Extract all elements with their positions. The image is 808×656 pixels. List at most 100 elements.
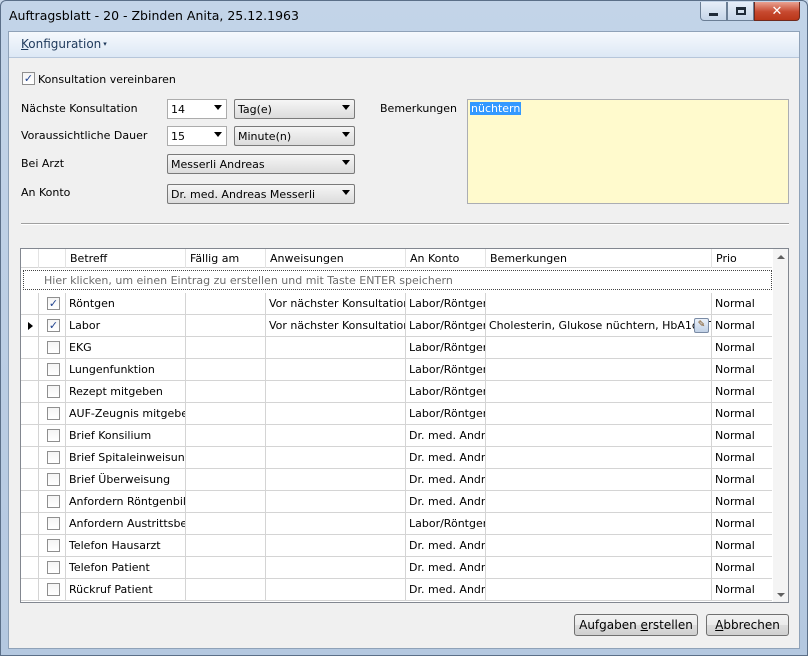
close-button[interactable]: ✕	[754, 2, 800, 21]
cell-bemerkungen[interactable]	[486, 557, 712, 579]
cell-faellig[interactable]	[186, 447, 266, 469]
row-checkbox[interactable]	[47, 583, 60, 596]
cell-faellig[interactable]	[186, 315, 266, 337]
cell-konto[interactable]: Labor/Röntgen/	[406, 381, 486, 403]
cell-konto[interactable]: Dr. med. Andrea	[406, 491, 486, 513]
row-indicator-cell[interactable]	[21, 447, 39, 469]
cell-bemerkungen[interactable]: Cholesterin, Glukose nüchtern, HbA1c, Tr…	[486, 315, 712, 337]
cell-anweisungen[interactable]	[266, 447, 406, 469]
cell-bemerkungen[interactable]	[486, 337, 712, 359]
cell-prio[interactable]: Normal	[712, 293, 772, 315]
header-faellig[interactable]: Fällig am	[186, 249, 266, 268]
cell-prio[interactable]: Normal	[712, 359, 772, 381]
row-indicator-cell[interactable]	[21, 469, 39, 491]
cell-bemerkungen[interactable]	[486, 293, 712, 315]
table-row[interactable]: EKG Labor/Röntgen/Normal	[21, 337, 772, 359]
row-indicator-cell[interactable]	[21, 381, 39, 403]
cell-betreff[interactable]: EKG	[66, 337, 186, 359]
cell-prio[interactable]: Normal	[712, 447, 772, 469]
cell-bemerkungen[interactable]	[486, 579, 712, 601]
cell-betreff[interactable]: Labor	[66, 315, 186, 337]
row-checkbox[interactable]	[47, 495, 60, 508]
header-betreff[interactable]: Betreff	[66, 249, 186, 268]
menu-konfiguration[interactable]: Konfiguration ▾	[21, 37, 107, 51]
cell-faellig[interactable]	[186, 491, 266, 513]
cell-faellig[interactable]	[186, 425, 266, 447]
cell-betreff[interactable]: Anfordern Austrittsbericht	[66, 513, 186, 535]
title-bar[interactable]: Auftragsblatt - 20 - Zbinden Anita, 25.1…	[1, 1, 807, 31]
cell-konto[interactable]: Labor/Röntgen/	[406, 513, 486, 535]
vertical-scrollbar[interactable]	[773, 249, 788, 602]
row-indicator-cell[interactable]	[21, 579, 39, 601]
row-indicator-cell[interactable]	[21, 337, 39, 359]
table-row[interactable]: Anfordern Röntgenbilder Dr. med. Andrea No…	[21, 491, 772, 513]
doctor-combo[interactable]: Messerli Andreas	[167, 154, 355, 174]
cell-konto[interactable]: Labor/Röntgen/	[406, 337, 486, 359]
cell-bemerkungen[interactable]	[486, 403, 712, 425]
row-checkbox[interactable]	[47, 539, 60, 552]
row-indicator-cell[interactable]	[21, 315, 39, 337]
cell-faellig[interactable]	[186, 337, 266, 359]
cell-betreff[interactable]: Röntgen	[66, 293, 186, 315]
duration-unit-combo[interactable]: Minute(n)	[234, 126, 355, 146]
row-indicator-cell[interactable]	[21, 359, 39, 381]
cell-faellig[interactable]	[186, 469, 266, 491]
cell-faellig[interactable]	[186, 535, 266, 557]
row-checkbox[interactable]	[47, 385, 60, 398]
next-consult-unit-combo[interactable]: Tag(e)	[234, 99, 355, 119]
row-indicator-cell[interactable]	[21, 403, 39, 425]
cell-prio[interactable]: Normal	[712, 381, 772, 403]
cell-konto[interactable]: Dr. med. Andrea	[406, 579, 486, 601]
row-checkbox[interactable]: ✓	[47, 319, 60, 332]
cell-anweisungen[interactable]	[266, 359, 406, 381]
scroll-down-icon[interactable]	[777, 593, 785, 597]
cell-prio[interactable]: Normal	[712, 557, 772, 579]
next-consult-value-combo[interactable]: 14	[167, 99, 227, 119]
row-checkbox[interactable]	[47, 517, 60, 530]
cell-bemerkungen[interactable]	[486, 535, 712, 557]
cell-faellig[interactable]	[186, 293, 266, 315]
row-checkbox[interactable]	[47, 429, 60, 442]
table-row[interactable]: Brief Spitaleinweisung Dr. med. Andrea Nor…	[21, 447, 772, 469]
cancel-button[interactable]: Abbrechen	[706, 614, 789, 636]
cell-betreff[interactable]: Anfordern Röntgenbilder	[66, 491, 186, 513]
create-tasks-button[interactable]: Aufgaben erstellen	[574, 614, 698, 636]
row-checkbox[interactable]	[47, 451, 60, 464]
cell-prio[interactable]: Normal	[712, 513, 772, 535]
cell-bemerkungen[interactable]	[486, 513, 712, 535]
cell-betreff[interactable]: Lungenfunktion	[66, 359, 186, 381]
cell-anweisungen[interactable]	[266, 513, 406, 535]
table-row[interactable]: ✓ Labor Vor nächster Konsultation Labor/Rön…	[21, 315, 772, 337]
table-row[interactable]: ✓ Röntgen Vor nächster Konsultation Labor/R…	[21, 293, 772, 315]
cell-anweisungen[interactable]	[266, 337, 406, 359]
cell-konto[interactable]: Labor/Röntgen/	[406, 403, 486, 425]
cell-konto[interactable]: Labor/Röntgen/	[406, 359, 486, 381]
cell-faellig[interactable]	[186, 557, 266, 579]
cell-betreff[interactable]: Telefon Hausarzt	[66, 535, 186, 557]
cell-konto[interactable]: Labor/Röntgen/	[406, 315, 486, 337]
cell-bemerkungen[interactable]	[486, 359, 712, 381]
cell-anweisungen[interactable]	[266, 381, 406, 403]
header-konto[interactable]: An Konto	[406, 249, 486, 268]
cell-betreff[interactable]: Brief Überweisung	[66, 469, 186, 491]
row-indicator-cell[interactable]	[21, 293, 39, 315]
cell-prio[interactable]: Normal	[712, 491, 772, 513]
table-row[interactable]: AUF-Zeugnis mitgeben Labor/Röntgen/Normal	[21, 403, 772, 425]
cell-konto[interactable]: Labor/Röntgen/	[406, 293, 486, 315]
cell-konto[interactable]: Dr. med. Andrea	[406, 535, 486, 557]
table-row[interactable]: Anfordern Austrittsbericht Labor/Röntgen/…	[21, 513, 772, 535]
cell-bemerkungen[interactable]	[486, 491, 712, 513]
cell-konto[interactable]: Dr. med. Andrea	[406, 425, 486, 447]
tasks-grid[interactable]: Betreff Fällig am Anweisungen An Konto B…	[20, 248, 789, 603]
cell-faellig[interactable]	[186, 513, 266, 535]
cell-faellig[interactable]	[186, 579, 266, 601]
cell-bemerkungen[interactable]	[486, 469, 712, 491]
cell-betreff[interactable]: Rückruf Patient	[66, 579, 186, 601]
cell-anweisungen[interactable]	[266, 491, 406, 513]
cell-bemerkungen[interactable]	[486, 381, 712, 403]
cell-prio[interactable]: Normal	[712, 469, 772, 491]
cell-betreff[interactable]: Brief Spitaleinweisung	[66, 447, 186, 469]
cell-prio[interactable]: Normal	[712, 425, 772, 447]
header-bemerkungen[interactable]: Bemerkungen	[486, 249, 712, 268]
row-indicator-cell[interactable]	[21, 513, 39, 535]
